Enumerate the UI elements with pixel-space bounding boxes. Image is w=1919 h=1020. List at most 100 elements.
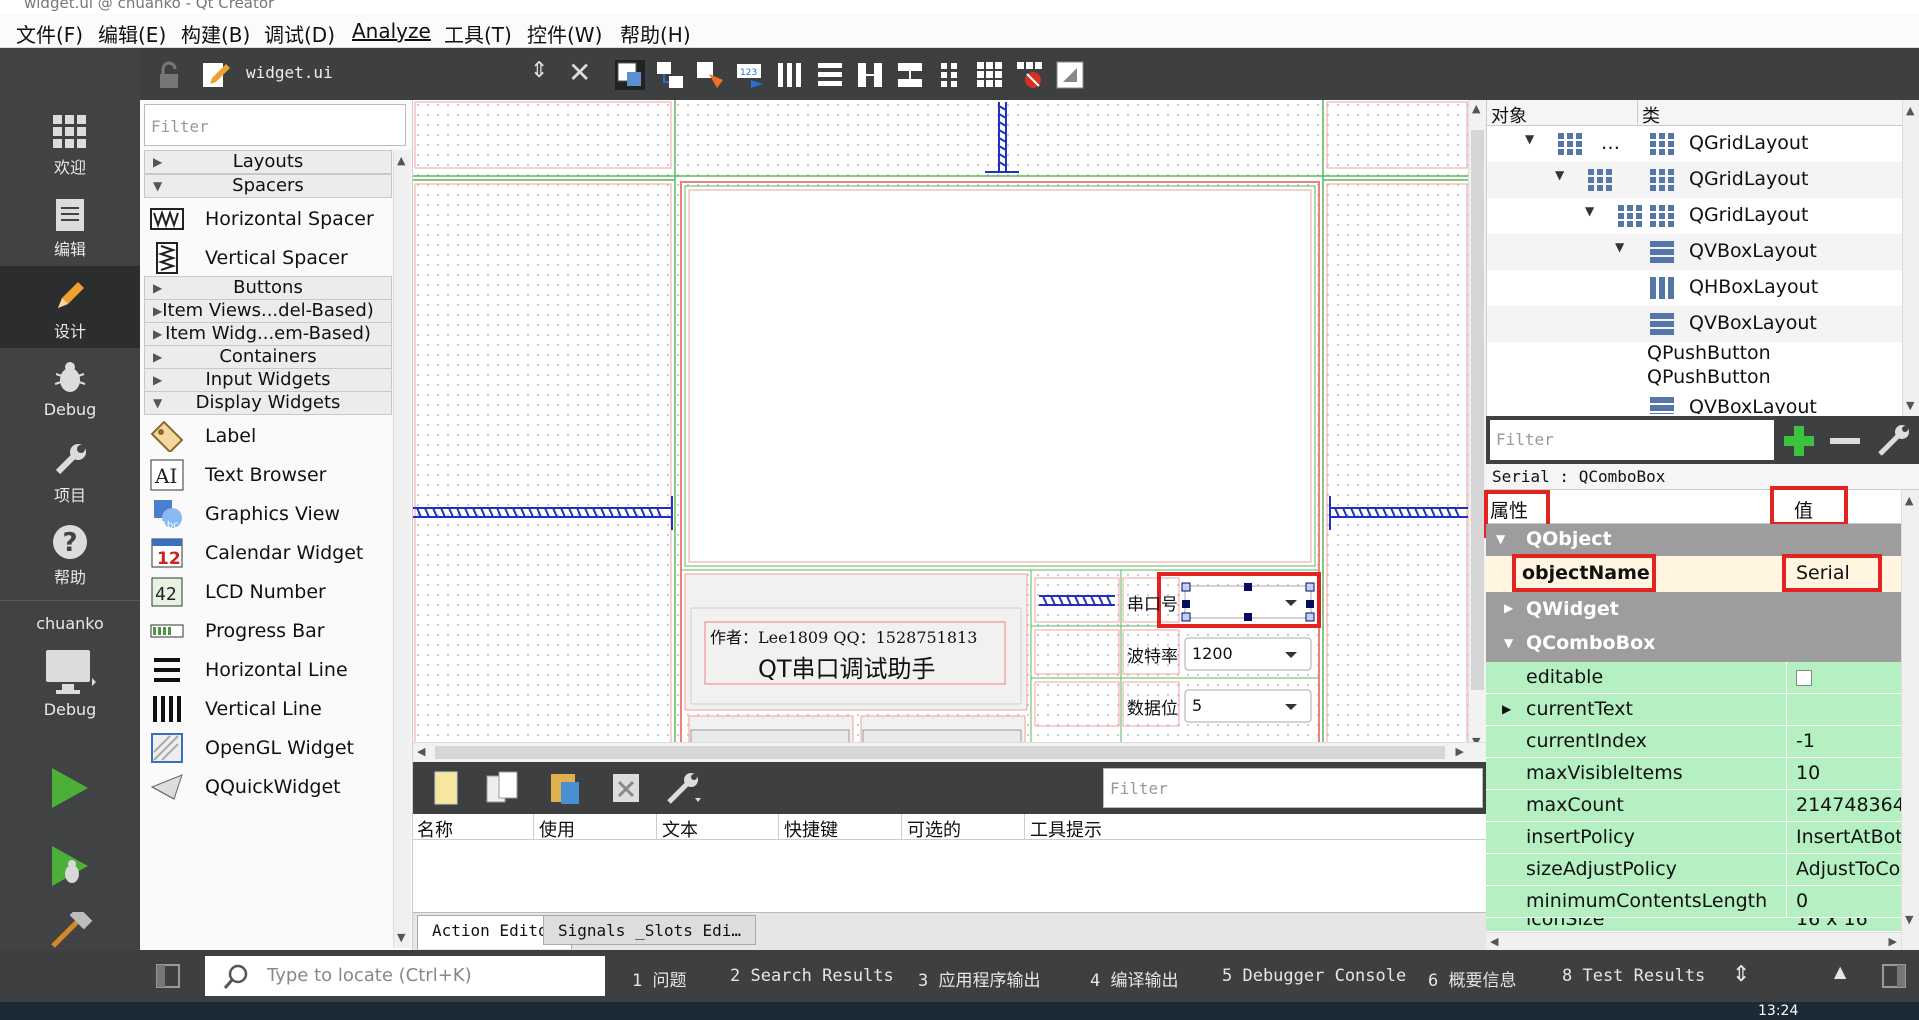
open-file-name[interactable]: widget.ui	[246, 63, 333, 82]
col-checkable[interactable]: 可选的	[907, 816, 961, 842]
editable-checkbox[interactable]	[1796, 670, 1812, 686]
break-layout-icon[interactable]	[1015, 60, 1045, 90]
baud-rate-combo[interactable]: 1200	[1192, 644, 1233, 663]
menu-analyze[interactable]: Analyze	[352, 19, 431, 43]
action-table-body[interactable]	[413, 840, 1486, 912]
category-display-widgets[interactable]: ▼ Display Widgets	[144, 391, 392, 415]
toggle-sidebar-icon[interactable]	[156, 964, 180, 988]
new-action-icon[interactable]	[433, 770, 461, 806]
layout-v-splitter-icon[interactable]	[895, 60, 925, 90]
toggle-right-sidebar-icon[interactable]	[1882, 964, 1906, 988]
canvas-vertical-scrollbar[interactable]: ▲ ▼	[1468, 100, 1486, 750]
output-search-results[interactable]: 2 Search Results	[730, 966, 894, 986]
form-editor-canvas[interactable]: 作者：Lee1809 QQ：1528751813 QT串口调试助手 串口号 波特…	[413, 100, 1468, 750]
more-outputs-icon[interactable]: ⇕	[1732, 962, 1750, 987]
property-row-maxcount[interactable]: maxCount 2147483647	[1486, 790, 1901, 822]
property-row-currentindex[interactable]: currentIndex -1	[1486, 726, 1901, 758]
category-spacers[interactable]: ▼ Spacers	[144, 174, 392, 198]
col-text[interactable]: 文本	[662, 816, 698, 842]
lock-icon[interactable]	[154, 60, 184, 90]
collapse-arrow-icon[interactable]: ▼	[1525, 132, 1534, 146]
property-editor-hscrollbar[interactable]: ◀ ▶	[1486, 932, 1901, 950]
property-row-minimumcontentslength[interactable]: minimumContentsLength 0	[1486, 886, 1901, 918]
layout-form-icon[interactable]	[935, 60, 965, 90]
tree-row[interactable]: ▼ … QGridLayout	[1487, 126, 1902, 162]
category-item-widgets[interactable]: ▶ Item Widg...em-Based)	[144, 322, 392, 346]
property-row-sizeadjustpolicy[interactable]: sizeAdjustPolicy AdjustToCor	[1486, 854, 1901, 886]
tree-row[interactable]: QHBoxLayout	[1487, 270, 1902, 306]
menu-help[interactable]: 帮助(H)	[620, 19, 691, 48]
configure-icon[interactable]	[1876, 424, 1912, 458]
layout-h-splitter-icon[interactable]	[855, 60, 885, 90]
widget-box-scrollbar[interactable]: ▲ ▼	[393, 150, 411, 948]
run-button[interactable]	[0, 766, 140, 814]
collapse-arrow-icon[interactable]: ▼	[1555, 168, 1564, 182]
add-property-icon[interactable]	[1782, 424, 1816, 458]
delete-action-icon[interactable]	[609, 770, 645, 806]
remove-property-icon[interactable]	[1828, 424, 1862, 458]
action-filter-input[interactable]: Filter	[1103, 768, 1483, 808]
category-item-views[interactable]: ▶ Item Views...del-Based)	[144, 299, 392, 323]
tree-row[interactable]: QPushButton	[1487, 342, 1902, 366]
menu-debug[interactable]: 调试(D)	[264, 19, 335, 48]
tree-row[interactable]: ▼ QGridLayout	[1487, 162, 1902, 198]
col-tooltip[interactable]: 工具提示	[1030, 816, 1102, 842]
mode-welcome[interactable]: 欢迎	[0, 114, 140, 178]
property-editor-scrollbar[interactable]: ▲ ▼	[1901, 490, 1919, 950]
property-row-maxvisibleitems[interactable]: maxVisibleItems 10	[1486, 758, 1901, 790]
output-test-results[interactable]: 8 Test Results	[1562, 966, 1705, 986]
tab-signals-slots-editor[interactable]: Signals _Slots Edi…	[543, 915, 757, 945]
configure-icon[interactable]	[665, 770, 705, 806]
data-bits-combo[interactable]: 5	[1192, 696, 1202, 715]
group-qobject[interactable]: ▼ QObject	[1486, 524, 1901, 556]
layout-grid-icon[interactable]	[975, 60, 1005, 90]
widget-box-filter-input[interactable]: Filter	[144, 104, 406, 146]
group-qcombobox[interactable]: ▼ QComboBox	[1486, 626, 1901, 662]
property-row-currenttext[interactable]: ▶ currentText	[1486, 694, 1901, 726]
menu-edit[interactable]: 编辑(E)	[98, 19, 166, 48]
tree-row[interactable]: ▼ QVBoxLayout	[1487, 234, 1902, 270]
mode-debug[interactable]: Debug	[0, 360, 140, 419]
property-value[interactable]: 16 x 16	[1796, 918, 1901, 930]
mode-help[interactable]: ? 帮助	[0, 524, 140, 588]
edit-widgets-icon[interactable]	[615, 60, 645, 90]
layout-vertical-icon[interactable]	[815, 60, 845, 90]
property-row-insertpolicy[interactable]: insertPolicy InsertAtBott	[1486, 822, 1901, 854]
mode-edit[interactable]: 编辑	[0, 198, 140, 260]
output-application-output[interactable]: 3 应用程序输出	[918, 966, 1040, 991]
property-value[interactable]: -1	[1796, 730, 1901, 752]
property-value[interactable]: 2147483647	[1796, 794, 1901, 816]
mode-projects[interactable]: 项目	[0, 442, 140, 506]
tree-row[interactable]: QVBoxLayout	[1487, 306, 1902, 342]
category-input-widgets[interactable]: ▶ Input Widgets	[144, 368, 392, 392]
property-value[interactable]: 0	[1796, 890, 1901, 912]
output-general-messages[interactable]: 6 概要信息	[1428, 966, 1516, 991]
copy-action-icon[interactable]	[485, 770, 521, 806]
output-compile-output[interactable]: 4 编译输出	[1090, 966, 1178, 991]
layout-horizontal-icon[interactable]	[775, 60, 805, 90]
paste-action-icon[interactable]	[547, 770, 583, 806]
property-row-editable[interactable]: editable	[1486, 662, 1901, 694]
property-value[interactable]: 10	[1796, 762, 1901, 784]
locator-input[interactable]: Type to locate (Ctrl+K)	[205, 956, 605, 996]
debug-run-button[interactable]	[0, 844, 140, 892]
col-used[interactable]: 使用	[539, 816, 575, 842]
output-issues[interactable]: 1 问题	[632, 966, 686, 991]
col-name[interactable]: 名称	[417, 816, 453, 842]
menu-file[interactable]: 文件(F)	[16, 19, 83, 48]
expand-arrow-icon[interactable]: ▶	[1502, 702, 1511, 716]
file-switch-arrows-icon[interactable]: ⇕	[530, 58, 548, 83]
output-debugger-console[interactable]: 5 Debugger Console	[1222, 966, 1406, 986]
maximize-output-icon[interactable]: ▲	[1834, 962, 1846, 981]
collapse-arrow-icon[interactable]: ▼	[1585, 204, 1594, 218]
property-row-iconsize[interactable]: iconSize 16 x 16	[1486, 918, 1901, 932]
group-qwidget[interactable]: ▶ QWidget	[1486, 592, 1901, 626]
edit-buddies-icon[interactable]	[695, 60, 725, 90]
edit-signals-slots-icon[interactable]	[655, 60, 685, 90]
menu-tools[interactable]: 工具(T)	[444, 19, 512, 48]
property-filter-input[interactable]: Filter	[1490, 420, 1774, 460]
property-row-objectname[interactable]: objectName Serial	[1486, 554, 1901, 592]
col-class[interactable]: 类	[1642, 102, 1660, 128]
menu-build[interactable]: 构建(B)	[181, 19, 250, 48]
col-object[interactable]: 对象	[1491, 102, 1527, 128]
